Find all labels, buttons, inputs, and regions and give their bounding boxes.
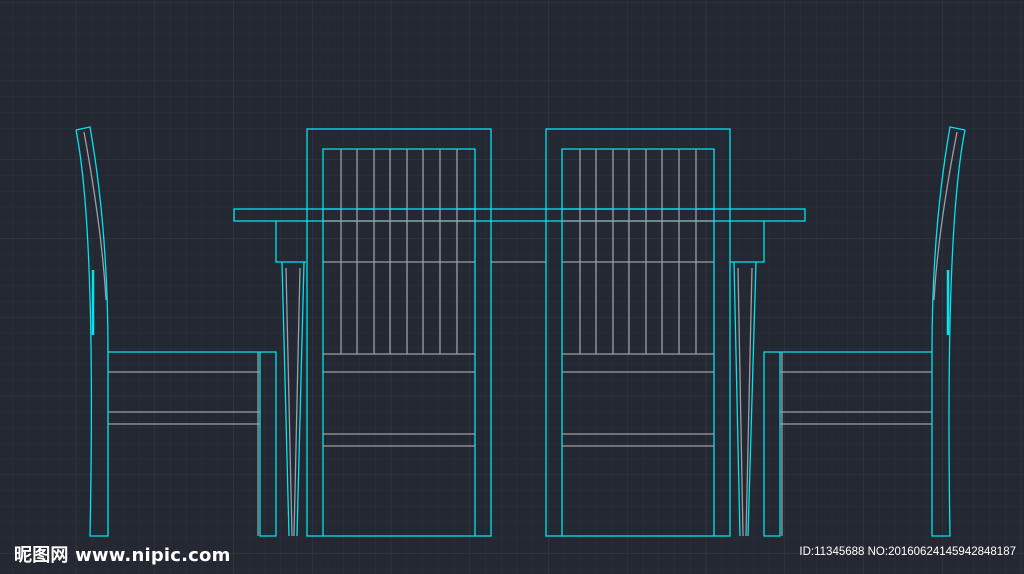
image-id-watermark: ID:11345688 NO:20160624145942848187 [799, 546, 1016, 558]
cad-drawing [0, 0, 1024, 574]
grid-major [0, 0, 1024, 574]
cad-viewport: 昵图网 www.nipic.com ID:11345688 NO:2016062… [0, 0, 1024, 574]
site-watermark: 昵图网 www.nipic.com [14, 545, 231, 566]
